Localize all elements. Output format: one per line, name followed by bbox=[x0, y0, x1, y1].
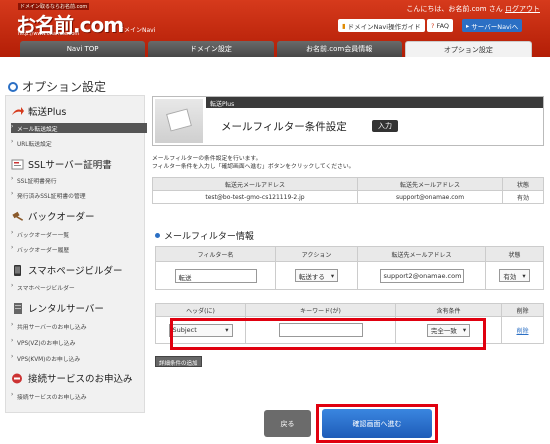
confirm-button[interactable]: 確認画面へ進む bbox=[322, 409, 432, 438]
sidebar-item-ssl-issue[interactable]: SSL証明書発行 bbox=[11, 176, 147, 185]
forwarding-table: 転送元メールアドレス 転送先メールアドレス 状態 test@bo-test-gm… bbox=[152, 177, 544, 204]
action-select[interactable]: 転送する ▾ bbox=[294, 269, 339, 282]
sidebar-section-title: バックオーダー bbox=[28, 212, 95, 223]
gavel-icon bbox=[12, 211, 24, 221]
logo-url: http://www.onamae.com bbox=[18, 31, 80, 37]
header: ドメイン取るならお名前.com お名前.com http://www.onama… bbox=[0, 0, 550, 57]
table-row: 転送 転送する ▾ support2@onamae.com 有効 ▾ bbox=[155, 261, 544, 290]
logout-link[interactable]: ログアウト bbox=[505, 5, 540, 13]
server-icon: ▸ bbox=[466, 21, 470, 30]
certificate-icon bbox=[11, 159, 24, 169]
column-header: 含有条件 bbox=[395, 303, 502, 317]
sidebar-item-shared-server[interactable]: 共用サーバーのお申し込み bbox=[11, 322, 147, 331]
sidebar-item-backorder-list[interactable]: バックオーダー一覧 bbox=[11, 230, 147, 239]
page-banner: 転送Plus メールフィルター条件設定 入力 bbox=[152, 96, 544, 146]
sidebar: 転送Plus メール転送設定 URL転送設定 SSLサーバー証明書 SSL証明書… bbox=[5, 95, 147, 413]
banner-category: 転送Plus bbox=[206, 97, 543, 108]
column-header: 転送先メールアドレス bbox=[357, 177, 503, 191]
tab-member-info[interactable]: お名前.com会員情報 bbox=[276, 41, 402, 57]
sidebar-item-vps-vz[interactable]: VPS(VZ)のお申し込み bbox=[11, 338, 147, 347]
guide-icon: ▮ bbox=[342, 21, 346, 30]
sidebar-section-title: 転送Plus bbox=[28, 107, 67, 118]
step-badge: 入力 bbox=[372, 120, 398, 132]
chevron-down-icon: ▾ bbox=[330, 271, 335, 280]
faq-icon: ? bbox=[431, 21, 435, 30]
page-title-text: オプション設定 bbox=[22, 80, 107, 94]
column-header: 状態 bbox=[485, 246, 544, 262]
column-header: ヘッダ(に) bbox=[155, 303, 246, 317]
guide-label: ドメインNavi操作ガイド bbox=[347, 22, 421, 31]
forward-arrow-icon bbox=[12, 106, 24, 115]
sidebar-section-title: レンタルサーバー bbox=[28, 304, 104, 315]
server-navi-label: サーバーNaviへ bbox=[471, 22, 519, 31]
filter-info-title: メールフィルター情報 bbox=[164, 232, 254, 242]
server-rack-icon bbox=[14, 302, 22, 314]
connection-icon bbox=[12, 373, 22, 383]
tab-domain-settings[interactable]: ドメイン設定 bbox=[148, 41, 274, 57]
tab-option-settings[interactable]: オプション設定 bbox=[404, 41, 532, 57]
page-title: オプション設定 bbox=[8, 78, 106, 95]
smartphone-icon bbox=[14, 264, 21, 276]
sidebar-section-backorder: バックオーダー bbox=[11, 209, 95, 223]
filter-name-input[interactable]: 転送 bbox=[174, 268, 257, 283]
sidebar-section-title: スマホページビルダー bbox=[28, 266, 123, 277]
sidebar-item-smartphone-builder[interactable]: スマホページビルダー bbox=[11, 283, 147, 292]
envelope-icon bbox=[166, 108, 192, 132]
filter-info-heading: メールフィルター情報 bbox=[155, 229, 254, 242]
sidebar-item-backorder-history[interactable]: バックオーダー履歴 bbox=[11, 245, 147, 254]
sidebar-item-connection-apply[interactable]: 接続サービスのお申し込み bbox=[11, 392, 147, 401]
sidebar-section-connection: 接続サービスのお申込み bbox=[11, 371, 133, 385]
sidebar-item-url-forward[interactable]: URL転送設定 bbox=[11, 139, 147, 148]
sidebar-section-smartphone-builder: スマホページビルダー bbox=[11, 263, 123, 277]
status-value: 有効 bbox=[503, 272, 517, 281]
chevron-down-icon: ▾ bbox=[522, 271, 526, 280]
faq-button[interactable]: ? FAQ bbox=[427, 19, 454, 32]
source-address: test@bo-test-gmo-cs121119-2.jp bbox=[152, 190, 358, 204]
sidebar-item-mail-forward[interactable]: メール転送設定 bbox=[11, 123, 147, 133]
sidebar-section-rental-server: レンタルサーバー bbox=[11, 301, 104, 315]
back-button[interactable]: 戻る bbox=[264, 410, 311, 437]
server-navi-button[interactable]: ▸ サーバーNaviへ bbox=[462, 19, 523, 32]
delete-link[interactable]: 削除 bbox=[516, 328, 528, 335]
column-header: フィルター名 bbox=[155, 246, 276, 262]
status-value: 有効 bbox=[502, 190, 544, 204]
mail-filter-image bbox=[155, 99, 203, 143]
sidebar-item-vps-kvm[interactable]: VPS(KVM)のお申し込み bbox=[11, 354, 147, 363]
sidebar-section-forward-plus: 転送Plus bbox=[11, 104, 66, 118]
description: メールフィルターの条件設定を行います。 フィルター条件を入力し「確認画面へ進む」… bbox=[152, 155, 354, 171]
tab-navi-top[interactable]: Navi TOP bbox=[20, 41, 146, 57]
greeting: こんにちは、お名前.com さん ログアウト bbox=[406, 4, 540, 14]
action-value: 転送する bbox=[298, 272, 325, 281]
banner-title: メールフィルター条件設定 bbox=[221, 121, 347, 133]
column-header: 削除 bbox=[501, 303, 544, 317]
destination-address: support@onamae.com bbox=[357, 190, 503, 204]
guide-button[interactable]: ▮ ドメインNavi操作ガイド bbox=[338, 19, 425, 32]
table-row: test@bo-test-gmo-cs121119-2.jp support@o… bbox=[152, 190, 544, 204]
column-header: 転送先メールアドレス bbox=[357, 246, 486, 262]
column-header: 状態 bbox=[502, 177, 544, 191]
main-tabs: Navi TOP ドメイン設定 お名前.com会員情報 オプション設定 bbox=[20, 41, 532, 57]
highlight-frame bbox=[170, 318, 486, 350]
forward-address-input[interactable]: support2@onamae.com bbox=[379, 268, 464, 283]
description-line: メールフィルターの条件設定を行います。 bbox=[152, 156, 262, 162]
sidebar-section-title: 接続サービスのお申込み bbox=[28, 374, 133, 385]
sidebar-item-ssl-manage[interactable]: 発行済みSSL証明書の管理 bbox=[11, 191, 147, 200]
description-line: フィルター条件を入力し「確認画面へ進む」ボタンをクリックしてください。 bbox=[152, 164, 355, 170]
column-header: キーワード(が) bbox=[245, 303, 396, 317]
circle-icon bbox=[8, 81, 18, 92]
greeting-text: こんにちは、お名前.com さん bbox=[406, 5, 503, 13]
status-select[interactable]: 有効 ▾ bbox=[499, 269, 530, 282]
brand-label: ドメインNavi bbox=[118, 27, 156, 34]
add-condition-button[interactable]: 詳細条件の追加 bbox=[155, 356, 202, 367]
bullet-icon bbox=[155, 233, 160, 238]
sidebar-section-ssl: SSLサーバー証明書 bbox=[11, 157, 112, 171]
sidebar-section-title: SSLサーバー証明書 bbox=[28, 160, 112, 171]
column-header: アクション bbox=[275, 246, 358, 262]
column-header: 転送元メールアドレス bbox=[152, 177, 358, 191]
filter-info-table: フィルター名 アクション 転送先メールアドレス 状態 転送 転送する ▾ supp… bbox=[155, 246, 544, 290]
faq-label: FAQ bbox=[436, 21, 450, 30]
